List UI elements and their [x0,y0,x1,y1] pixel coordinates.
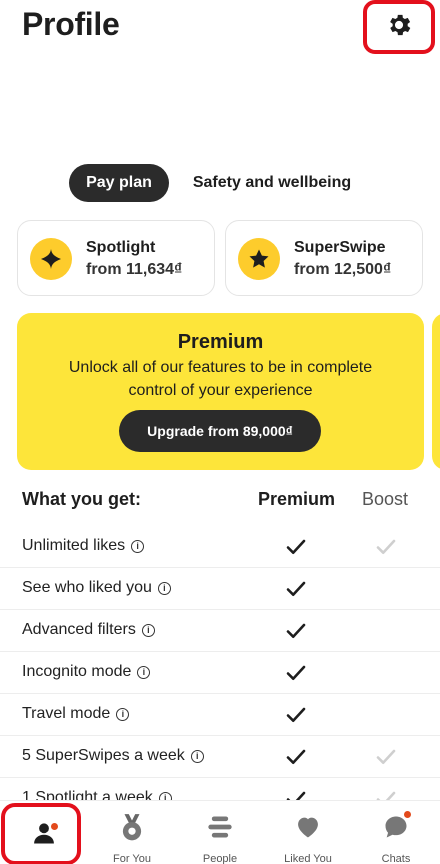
next-plan-card-peek[interactable] [432,313,440,470]
info-icon[interactable]: i [116,707,130,721]
check-icon [376,748,396,771]
feature-name: Incognito mode [22,663,132,680]
check-icon [286,538,306,561]
table-row: Advanced filters i [0,610,440,652]
check-icon [376,538,396,561]
superswipe-price: from 12,500₫ [294,261,392,278]
feature-label: Advanced filters i [22,621,155,639]
spotlight-title: Spotlight [86,239,156,256]
nav-profile[interactable] [0,801,88,864]
upgrade-button[interactable]: Upgrade from 89,000₫ [119,410,321,452]
nav-people[interactable]: People [176,801,264,864]
sparkle-icon [30,238,72,280]
features-header-label: What you get: [22,489,141,509]
feature-label: Incognito mode i [22,663,151,681]
nav-label-for-you: For You [113,853,151,864]
feature-label: 5 SuperSwipes a week i [22,747,204,765]
premium-card[interactable]: Premium Unlock all of our features to be… [17,313,424,470]
nav-label-liked-you: Liked You [284,853,332,864]
feature-label: See who liked you i [22,579,171,597]
spotlight-price: from 11,634₫ [86,261,183,278]
nav-liked-you[interactable]: Liked You [264,801,352,864]
nav-for-you[interactable]: For You [88,801,176,864]
feature-name: 5 SuperSwipes a week [22,747,185,764]
nav-chats[interactable]: Chats [352,801,440,864]
check-icon [286,748,306,771]
feature-name: Advanced filters [22,621,136,638]
heart-icon [294,813,322,846]
superswipe-title: SuperSwipe [294,239,386,256]
info-icon[interactable]: i [190,749,204,763]
premium-description: Unlock all of our features to be in comp… [68,359,373,399]
features-header: What you get: Premium Boost [0,489,440,513]
table-row: Incognito mode i [0,652,440,694]
header: Profile [0,0,440,56]
info-icon[interactable]: i [137,665,151,679]
superswipe-card[interactable]: SuperSwipe from 12,500₫ [225,220,423,296]
settings-button[interactable] [363,0,435,54]
feature-name: See who liked you [22,579,152,596]
check-icon [286,580,306,603]
check-icon [286,622,306,645]
check-icon [286,706,306,729]
feature-name: Unlimited likes [22,537,126,554]
medal-icon [119,813,145,848]
info-icon[interactable]: i [157,581,171,595]
check-icon [286,664,306,687]
info-icon[interactable]: i [141,623,155,637]
feature-name: Travel mode [22,705,111,722]
bottom-nav: For You People Liked You Chats [0,800,440,864]
feature-label: Travel mode i [22,705,130,723]
table-row: Travel mode i [0,694,440,736]
nav-label-chats: Chats [381,853,411,864]
page-title: Profile [22,6,120,42]
stack-icon [206,813,234,846]
chat-icon [382,813,410,846]
tab-pay-plan[interactable]: Pay plan [69,164,169,202]
feature-label: Unlimited likes i [22,537,145,555]
table-row: See who liked you i [0,568,440,610]
spotlight-card[interactable]: Spotlight from 11,634₫ [17,220,215,296]
active-nav-highlight [1,803,81,864]
notification-dot [404,811,411,818]
nav-label-people: People [202,853,238,864]
info-icon[interactable]: i [131,539,145,553]
table-row: 5 SuperSwipes a week i [0,736,440,778]
column-premium: Premium [258,489,336,509]
column-boost: Boost [362,489,409,509]
tab-safety-wellbeing[interactable]: Safety and wellbeing [184,164,360,202]
table-row: Unlimited likes i [0,526,440,568]
plan-tabs: Pay plan Safety and wellbeing [0,164,440,202]
star-icon [238,238,280,280]
gear-icon [385,11,413,44]
premium-title: Premium [177,331,264,353]
